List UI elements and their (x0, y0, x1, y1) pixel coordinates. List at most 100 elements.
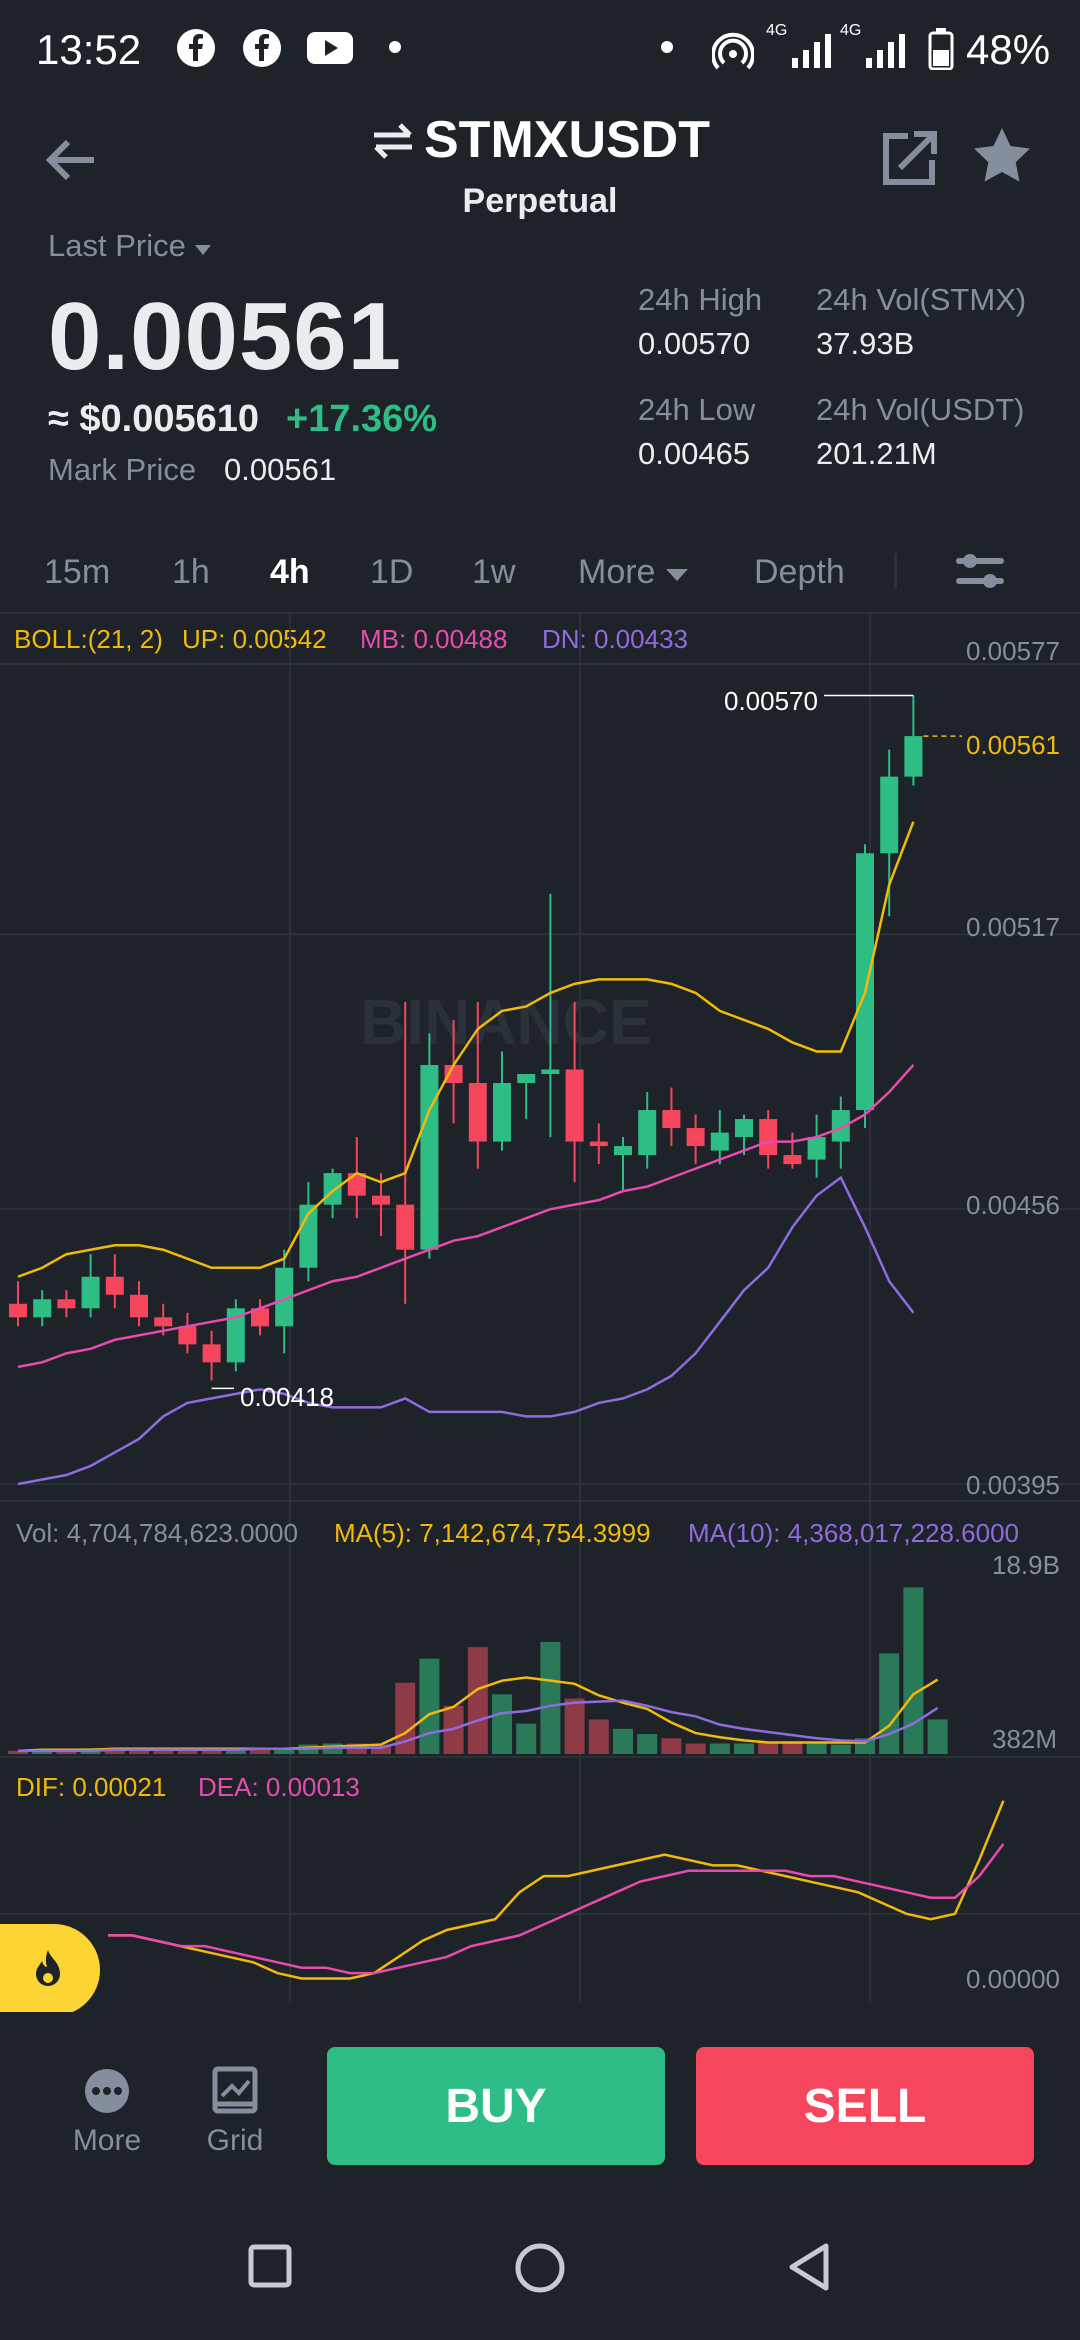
vol-base-value: 37.93B (816, 326, 915, 361)
volume-bar (637, 1734, 658, 1754)
price-tick: 0.00456 (966, 1190, 1060, 1220)
signal-icon (792, 34, 831, 68)
volume-bar (419, 1658, 440, 1754)
volume-bar (613, 1728, 633, 1754)
system-nav-bar (0, 2192, 1080, 2340)
volume-bar (540, 1641, 561, 1754)
home-icon[interactable] (514, 2242, 566, 2294)
candle-body (130, 1294, 148, 1318)
macd-dea: DEA: 0.00013 (198, 1772, 360, 1802)
volume-bar (734, 1743, 754, 1754)
hotspot-icon (712, 32, 754, 70)
facebook-icon (243, 29, 281, 67)
facebook-icon (177, 29, 215, 67)
more-dots-icon (85, 2069, 129, 2113)
candle-body (9, 1303, 27, 1318)
volume-ma5: MA(5): 7,142,674,754.3999 (334, 1518, 651, 1548)
vol-quote-label: 24h Vol(USDT) (816, 392, 1025, 427)
tab-15m[interactable]: 15m (44, 553, 110, 592)
low-label: 24h Low (638, 392, 756, 427)
volume-bar (758, 1742, 779, 1754)
volume-bar (806, 1743, 827, 1754)
chart-settings-icon[interactable] (950, 546, 1010, 596)
volume-bar (830, 1744, 851, 1754)
watermark: BINANCE (360, 986, 652, 1058)
grid-button[interactable]: Grid (168, 2066, 302, 2158)
swap-icon (374, 123, 412, 159)
candle-body (880, 776, 899, 854)
network-type-1: 4G (766, 22, 788, 39)
battery-icon (928, 28, 954, 70)
candle-body (541, 1069, 560, 1074)
back-icon[interactable] (786, 2242, 832, 2292)
volume-bar (879, 1653, 900, 1754)
tab-depth[interactable]: Depth (754, 553, 845, 592)
signal-icon (866, 34, 905, 68)
volume-divider (0, 1500, 1080, 1502)
candle-body (589, 1141, 608, 1147)
buy-button[interactable]: BUY (327, 2047, 665, 2165)
volume-bar (467, 1647, 488, 1754)
volume-bar (588, 1719, 609, 1754)
price-tick: 0.00517 (966, 912, 1060, 942)
volume-tick: 18.9B (992, 1550, 1060, 1580)
candle-body (783, 1155, 802, 1165)
candle-body (735, 1119, 753, 1138)
grid-chart-icon (212, 2066, 258, 2114)
more-button[interactable]: More (40, 2068, 174, 2158)
candle-body (323, 1173, 342, 1205)
candle-body (57, 1299, 76, 1309)
macd-tick: 0.00000 (966, 1964, 1060, 1994)
sell-button[interactable]: SELL (696, 2047, 1034, 2165)
network-type-2: 4G (840, 22, 862, 39)
high-value: 0.00570 (638, 326, 751, 361)
tab-1w[interactable]: 1w (472, 553, 515, 592)
tab-more-label: More (578, 553, 656, 591)
boll-lower-line (17, 1175, 915, 1486)
mark-price: 0.00561 (224, 452, 337, 487)
last-price-label: Last Price (48, 228, 186, 263)
candle-body (517, 1074, 536, 1084)
candle-body (372, 1195, 390, 1205)
candle-body (444, 1064, 463, 1084)
candle-body (105, 1276, 124, 1295)
candle-body (662, 1110, 681, 1129)
macd-dif: DIF: 0.00021 (16, 1772, 167, 1802)
candle-body (33, 1299, 52, 1318)
tab-4h[interactable]: 4h (270, 553, 310, 592)
floating-action-button[interactable] (0, 1924, 100, 2016)
high-annotation: 0.00570 (724, 686, 818, 716)
price-change: +17.36% (286, 398, 438, 440)
volume-ma10: MA(10): 4,368,017,228.6000 (688, 1518, 1020, 1548)
macd-divider (0, 1756, 1080, 1758)
low-annotation: 0.00418 (240, 1382, 334, 1412)
chevron-down-icon (195, 245, 212, 255)
volume-bar (903, 1587, 924, 1754)
dot-icon (389, 41, 401, 53)
tab-1h[interactable]: 1h (172, 553, 210, 592)
star-icon[interactable] (970, 124, 1034, 188)
status-bar: 13:52 4G 4G 48% (0, 0, 1080, 100)
status-time: 13:52 (36, 26, 142, 73)
share-icon[interactable] (880, 128, 940, 188)
tab-1d[interactable]: 1D (370, 553, 413, 592)
candle-body (807, 1137, 826, 1160)
chevron-down-icon (665, 569, 688, 581)
candle-body (468, 1083, 487, 1142)
volume-label: Vol: 4,704,784,623.0000 (16, 1518, 298, 1548)
youtube-icon (307, 32, 353, 64)
volume-bar (516, 1723, 537, 1754)
volume-bar (661, 1738, 682, 1754)
last-price-tag: 0.00561 (964, 730, 1062, 761)
recent-apps-icon[interactable] (248, 2244, 292, 2288)
volume-bar (782, 1742, 803, 1754)
tab-more[interactable]: More (578, 553, 689, 592)
candle-body (178, 1326, 197, 1345)
candle-body (565, 1069, 584, 1142)
vol-base-label: 24h Vol(STMX) (816, 282, 1027, 317)
boll-middle-line (17, 1064, 915, 1369)
volume-tick: 382M (992, 1724, 1058, 1754)
last-price-selector[interactable]: Last Price (48, 228, 212, 264)
last-price: 0.00561 (48, 283, 403, 390)
volume-bar (564, 1698, 585, 1754)
